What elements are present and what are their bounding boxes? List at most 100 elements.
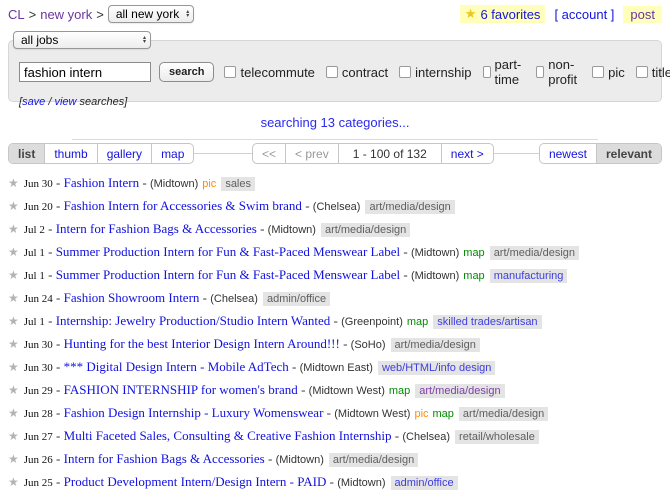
separator: - [265,451,276,466]
listing-category-link[interactable]: art/media/design [490,246,579,260]
filter-title[interactable]: title [636,65,670,80]
filter-telecommute[interactable]: telecommute [224,65,314,80]
listing-title-link[interactable]: Fashion Design Internship - Luxury Women… [64,405,324,420]
area-select[interactable]: all new york ▴▾ [108,5,194,23]
listing-title-link[interactable]: Fashion Intern [64,175,139,190]
separator: - [53,382,64,397]
map-flag-link[interactable]: map [463,247,484,259]
sort-relevant-button[interactable]: relevant [596,144,661,163]
favorite-star-icon[interactable]: ★ [8,245,19,259]
listings: ★Jun 30 - Fashion Intern - (Midtown)pics… [0,171,670,493]
view-mode-map[interactable]: map [151,144,193,163]
account-link[interactable]: [ account ] [554,7,614,22]
favorite-star-icon[interactable]: ★ [8,360,19,374]
listing-category-link[interactable]: manufacturing [490,269,568,283]
listing-category-link[interactable]: skilled trades/artisan [433,315,541,329]
search-button[interactable]: search [159,62,214,82]
listing-title-link[interactable]: Hunting for the best Interior Design Int… [64,336,340,351]
listing-category-link[interactable]: art/media/design [321,223,410,237]
view-mode-thumb[interactable]: thumb [44,144,96,163]
sort-newest-button[interactable]: newest [540,144,596,163]
listing-location: (Midtown) [411,270,459,282]
view-mode-group: list thumb gallery map [8,143,194,164]
listing-title-link[interactable]: *** Digital Design Intern - Mobile AdTec… [64,359,289,374]
view-mode-gallery[interactable]: gallery [97,144,151,163]
filter-non-profit[interactable]: non-profit [536,57,581,87]
page-next-button[interactable]: next > [441,144,493,163]
listing-title-link[interactable]: Product Development Intern/Design Intern… [64,474,327,489]
separator: - [53,336,64,351]
listing-category-link[interactable]: art/media/design [415,384,504,398]
favorite-star-icon[interactable]: ★ [8,383,19,397]
listing-category-link[interactable]: art/media/design [365,200,454,214]
city-link[interactable]: new york [40,7,92,22]
category-select-value: all jobs [21,33,58,47]
listing-category-link[interactable]: admin/office [263,292,330,306]
listing-row: ★Jun 30 - Fashion Intern - (Midtown)pics… [8,171,662,194]
listing-title-link[interactable]: Multi Faceted Sales, Consulting & Creati… [64,428,392,443]
favorites-link[interactable]: 6 favorites [480,7,540,22]
map-flag-link[interactable]: map [463,270,484,282]
favorite-star-icon[interactable]: ★ [8,176,19,190]
favorite-star-icon[interactable]: ★ [8,406,19,420]
listing-row: ★Jun 30 - Hunting for the best Interior … [8,332,662,355]
filter-pic[interactable]: pic [592,65,625,80]
page-first-button[interactable]: << [253,144,285,163]
listing-location: (Midtown) [411,247,459,259]
search-panel: all jobs ▴▾ search telecommute contract … [8,40,662,102]
favorite-star-icon[interactable]: ★ [8,222,19,236]
favorite-star-icon[interactable]: ★ [8,337,19,351]
listing-category-link[interactable]: art/media/design [329,453,418,467]
checkbox-icon[interactable] [326,66,338,78]
listing-category-link[interactable]: retail/wholesale [455,430,539,444]
favorite-star-icon[interactable]: ★ [8,291,19,305]
favorite-star-icon[interactable]: ★ [8,452,19,466]
pic-flag: pic [414,408,428,420]
post-link[interactable]: post [630,7,655,22]
checkbox-icon[interactable] [636,66,648,78]
favorite-star-icon[interactable]: ★ [8,429,19,443]
separator: - [340,336,351,351]
favorite-star-icon[interactable]: ★ [8,199,19,213]
listing-title-link[interactable]: Fashion Intern for Accessories & Swim br… [64,198,302,213]
listing-title-link[interactable]: Summer Production Intern for Fun & Fast-… [56,267,400,282]
search-input[interactable] [19,62,151,82]
listing-title-link[interactable]: Intern for Fashion Bags & Accessories [56,221,257,236]
divider [72,139,598,140]
listing-title-link[interactable]: Internship: Jewelry Production/Studio In… [56,313,331,328]
listing-title-link[interactable]: Summer Production Intern for Fun & Fast-… [56,244,400,259]
view-searches-link[interactable]: view [54,96,76,108]
filter-label: title [652,65,670,80]
separator: - [257,221,268,236]
view-mode-list[interactable]: list [9,144,44,163]
listing-category-link[interactable]: art/media/design [459,407,548,421]
favorite-star-icon[interactable]: ★ [8,268,19,282]
checkbox-icon[interactable] [483,66,491,78]
listing-category-link[interactable]: art/media/design [391,338,480,352]
checkbox-icon[interactable] [224,66,236,78]
map-flag-link[interactable]: map [407,316,428,328]
listing-title-link[interactable]: Fashion Showroom Intern [64,290,200,305]
checkbox-icon[interactable] [399,66,411,78]
page-prev-button[interactable]: < prev [285,144,338,163]
listing-row: ★Jun 29 - FASHION INTERNSHIP for women's… [8,378,662,401]
checkbox-icon[interactable] [536,66,544,78]
listing-title-link[interactable]: FASHION INTERNSHIP for women's brand [64,382,298,397]
save-search-link[interactable]: save [22,96,45,108]
listing-category-link[interactable]: sales [221,177,255,191]
listing-category-link[interactable]: admin/office [391,476,458,490]
search-row: search telecommute contract internship p… [19,57,651,87]
favorite-star-icon[interactable]: ★ [8,475,19,489]
map-flag-link[interactable]: map [433,408,454,420]
select-stepper-icon: ▴▾ [186,10,189,18]
favorite-star-icon[interactable]: ★ [8,314,19,328]
site-link[interactable]: CL [8,7,25,22]
category-select[interactable]: all jobs ▴▾ [13,31,151,49]
checkbox-icon[interactable] [592,66,604,78]
filter-part-time[interactable]: part-time [483,57,526,87]
listing-title-link[interactable]: Intern for Fashion Bags & Accessories [64,451,265,466]
filter-internship[interactable]: internship [399,65,471,80]
filter-contract[interactable]: contract [326,65,388,80]
listing-category-link[interactable]: web/HTML/info design [378,361,495,375]
map-flag-link[interactable]: map [389,385,410,397]
